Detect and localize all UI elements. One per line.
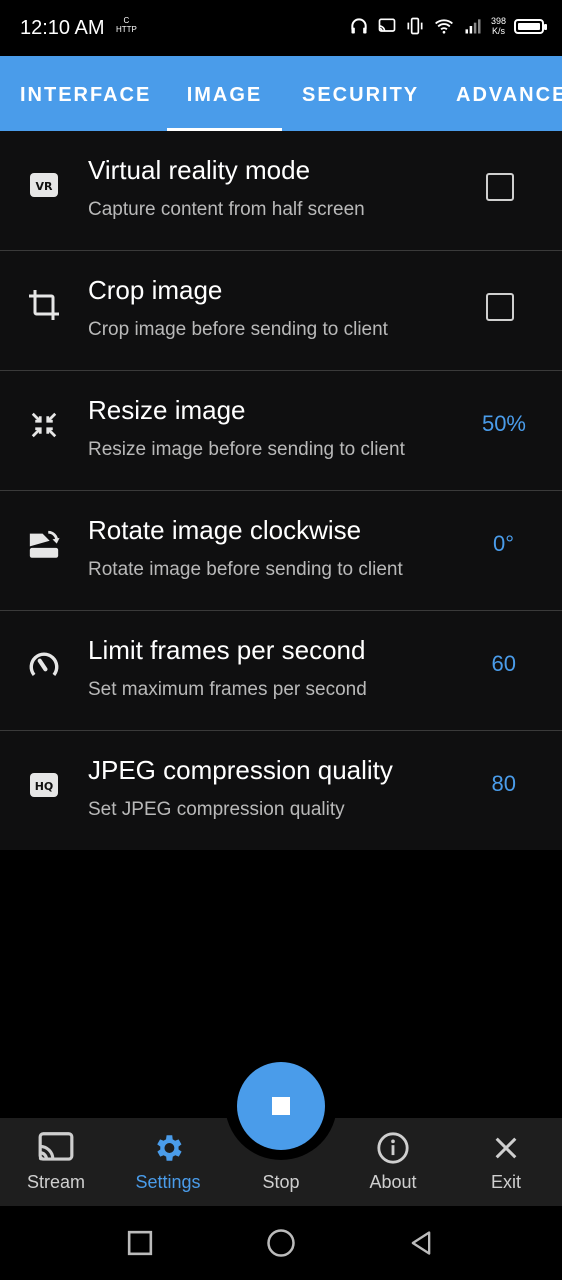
tab-security[interactable]: SECURITY [302, 56, 419, 131]
setting-subtitle: Set maximum frames per second [88, 679, 367, 700]
circle-icon [267, 1229, 295, 1257]
status-time: 12:10 AM [20, 17, 105, 39]
cast-status-icon [378, 18, 396, 32]
setting-title: Resize image [88, 395, 246, 425]
setting-subtitle: Set JPEG compression quality [88, 799, 345, 820]
stop-button[interactable] [237, 1062, 325, 1150]
setting-subtitle: Resize image before sending to client [88, 439, 405, 460]
svg-text:HQ: HQ [35, 780, 54, 793]
setting-virtual-reality-mode[interactable]: VR Virtual reality mode Capture content … [0, 131, 562, 251]
tab-advanced[interactable]: ADVANCED [456, 56, 562, 131]
setting-subtitle: Capture content from half screen [88, 199, 365, 220]
nav-label: About [369, 1172, 417, 1192]
info-icon [373, 1132, 413, 1164]
close-icon [486, 1132, 526, 1164]
settings-tabs: INTERFACE IMAGE SECURITY ADVANCED [0, 56, 562, 131]
headphones-icon [351, 18, 367, 34]
jpeg-quality-value: 80 [491, 771, 516, 796]
setting-rotate-image[interactable]: Rotate image clockwise Rotate image befo… [0, 491, 562, 611]
system-navigation-bar [0, 1206, 562, 1280]
setting-crop-image[interactable]: Crop image Crop image before sending to … [0, 251, 562, 371]
nav-settings[interactable]: Settings [112, 1118, 224, 1206]
hq-icon: HQ [26, 767, 62, 803]
home-button[interactable] [261, 1226, 301, 1260]
speed-value: 398 [490, 16, 506, 26]
setting-title: Crop image [88, 275, 223, 305]
nav-about[interactable]: About [337, 1118, 449, 1206]
vibrate-icon [407, 17, 423, 35]
setting-limit-fps[interactable]: Limit frames per second Set maximum fram… [0, 611, 562, 731]
signal-icon [465, 19, 481, 34]
image-settings-list: VR Virtual reality mode Capture content … [0, 131, 562, 850]
setting-title: Rotate image clockwise [88, 515, 362, 545]
rotate-value: 0° [492, 531, 514, 556]
svg-text:VR: VR [36, 180, 54, 193]
setting-resize-image[interactable]: Resize image Resize image before sending… [0, 371, 562, 491]
nav-label: Stream [26, 1172, 86, 1192]
resize-icon [26, 407, 62, 443]
setting-jpeg-quality[interactable]: HQ JPEG compression quality Set JPEG com… [0, 731, 562, 850]
speed-unit: K/s [491, 26, 505, 36]
fps-value: 60 [491, 651, 516, 676]
setting-subtitle: Crop image before sending to client [88, 319, 388, 340]
speedometer-icon [26, 647, 62, 683]
nav-label: Settings [135, 1172, 201, 1192]
rotate-icon [26, 527, 62, 563]
setting-subtitle: Rotate image before sending to client [88, 559, 403, 580]
setting-title: Limit frames per second [88, 635, 366, 665]
setting-title: Virtual reality mode [88, 155, 311, 185]
recents-button[interactable] [120, 1226, 160, 1260]
back-button[interactable] [401, 1226, 441, 1260]
network-speed: 398 K/s [491, 16, 506, 36]
crop-icon [26, 287, 62, 323]
nav-label: Stop [262, 1172, 300, 1192]
battery-icon [514, 18, 547, 34]
crop-image-checkbox[interactable] [486, 293, 514, 321]
wifi-icon [435, 19, 453, 34]
http-indicator: C HTTP [116, 16, 137, 34]
http-label: HTTP [116, 25, 137, 34]
setting-title: JPEG compression quality [88, 755, 393, 785]
status-bar: 12:10 AM C HTTP 398 K/s [0, 0, 562, 56]
stop-icon [272, 1097, 290, 1115]
nav-label: Exit [490, 1172, 521, 1192]
tab-image[interactable]: IMAGE [167, 56, 282, 131]
status-icons: 398 K/s [349, 16, 547, 36]
resize-value: 50% [481, 411, 526, 436]
vr-icon: VR [26, 167, 62, 203]
vr-mode-checkbox[interactable] [486, 173, 514, 201]
nav-exit[interactable]: Exit [450, 1118, 562, 1206]
nav-stream[interactable]: Stream [0, 1118, 112, 1206]
triangle-back-icon [411, 1231, 431, 1255]
square-icon [127, 1230, 153, 1256]
tab-interface[interactable]: INTERFACE [20, 56, 151, 131]
gear-icon [148, 1132, 188, 1164]
cast-icon [36, 1132, 76, 1164]
